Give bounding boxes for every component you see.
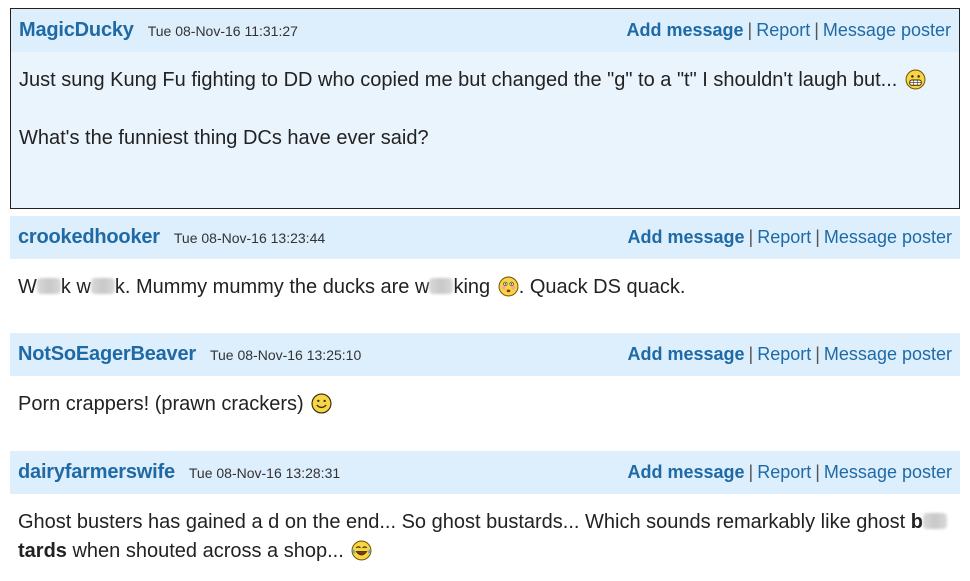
report-link[interactable]: Report [756,20,810,40]
post-text: Just sung Kung Fu fighting to DD who cop… [19,69,898,91]
post-actions: Add message | Report | Message poster [627,344,952,365]
add-message-link[interactable]: Add message [627,227,744,247]
laughing-tears-icon [351,540,372,561]
smiley-face-icon [311,393,332,414]
post-header: MagicDucky Tue 08-Nov-16 11:31:27 Add me… [11,9,959,52]
message-poster-link[interactable]: Message poster [823,20,951,40]
censored-blur [90,278,115,294]
separator: | [815,344,820,364]
post-text: king [453,276,491,298]
post-text: w [414,276,430,298]
post-text: What's the funniest thing DCs have ever … [19,127,429,149]
post-text: Porn crappers! (prawn crackers) [18,393,304,415]
post-text-bold: tards [18,540,67,562]
post-paragraph: Just sung Kung Fu fighting to DD who cop… [19,66,951,95]
message-poster-link[interactable]: Message poster [824,227,952,247]
separator: | [747,20,753,40]
post-text: k [60,276,71,298]
post-timestamp: Tue 08-Nov-16 11:31:27 [147,23,298,39]
poster-name[interactable]: NotSoEagerBeaver [18,343,196,366]
poster-name[interactable]: dairyfarmerswife [18,461,175,484]
post-op: MagicDucky Tue 08-Nov-16 11:31:27 Add me… [10,8,960,209]
post-text: Ghost busters has gained a d on the end.… [18,511,906,533]
post-header: dairyfarmerswife Tue 08-Nov-16 13:28:31 … [10,451,960,494]
separator: | [748,344,754,364]
post-paragraph: What's the funniest thing DCs have ever … [19,124,951,153]
separator: | [748,462,754,482]
poster-name[interactable]: MagicDucky [19,19,134,42]
add-message-link[interactable]: Add message [627,462,744,482]
separator: | [815,227,820,247]
separator: | [748,227,754,247]
post-text: W [18,276,37,298]
post-header: crookedhooker Tue 08-Nov-16 13:23:44 Add… [10,216,960,259]
post-body: Porn crappers! (prawn crackers) [10,376,960,429]
report-link[interactable]: Report [757,227,811,247]
post-header: NotSoEagerBeaver Tue 08-Nov-16 13:25:10 … [10,333,960,376]
report-link[interactable]: Report [757,344,811,364]
post-text: k. Mummy mummy the ducks are [114,276,410,298]
post-body: Ghost busters has gained a d on the end.… [10,494,960,576]
post-actions: Add message | Report | Message poster [627,227,952,248]
post-text: when shouted across a shop... [72,540,344,562]
post: NotSoEagerBeaver Tue 08-Nov-16 13:25:10 … [10,333,960,433]
post-body: Wk w k. Mummy mummy the ducks are w king .… [10,259,960,312]
report-link[interactable]: Report [757,462,811,482]
post-text-bold: b [910,511,923,533]
censored-blur [429,278,454,294]
censored-blur [922,513,947,529]
post-actions: Add message | Report | Message poster [627,462,952,483]
post-text: w [76,276,91,298]
separator: | [814,20,819,40]
add-message-link[interactable]: Add message [627,344,744,364]
grinning-face-icon [905,69,926,90]
poster-name[interactable]: crookedhooker [18,226,160,249]
flushed-face-icon [498,276,519,297]
post: crookedhooker Tue 08-Nov-16 13:23:44 Add… [10,216,960,316]
post-timestamp: Tue 08-Nov-16 13:28:31 [188,465,341,481]
post-timestamp: Tue 08-Nov-16 13:25:10 [209,347,362,363]
post-actions: Add message | Report | Message poster [626,20,951,41]
post-body: Just sung Kung Fu fighting to DD who cop… [11,52,959,167]
message-poster-link[interactable]: Message poster [824,462,952,482]
separator: | [815,462,820,482]
censored-blur [36,278,61,294]
add-message-link[interactable]: Add message [626,20,743,40]
post-timestamp: Tue 08-Nov-16 13:23:44 [173,230,326,246]
post-text: . Quack DS quack. [518,276,686,298]
message-poster-link[interactable]: Message poster [824,344,952,364]
post: dairyfarmerswife Tue 08-Nov-16 13:28:31 … [10,451,960,581]
